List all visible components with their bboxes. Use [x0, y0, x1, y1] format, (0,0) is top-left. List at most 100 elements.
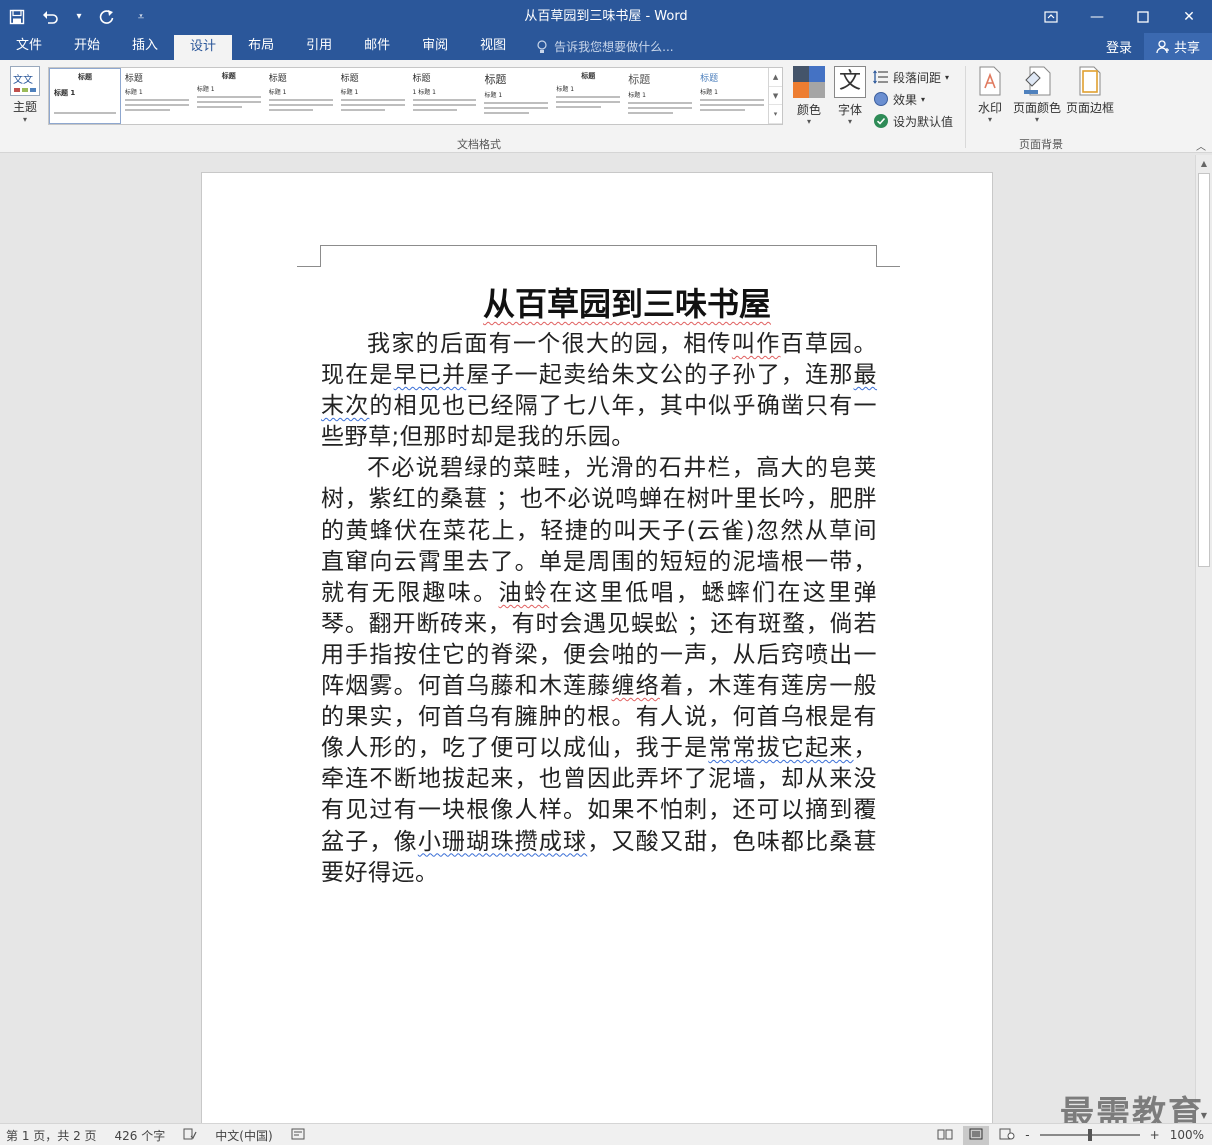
document-page[interactable]: 从百草园到三味书屋 我家的后面有一个很大的园，相传叫作百草园。现在是早已并屋子一… [201, 172, 993, 1123]
tab-design[interactable]: 设计 [174, 35, 233, 60]
chevron-down-icon: ▾ [847, 117, 852, 126]
paragraph: 不必说碧绿的菜畦，光滑的石井栏，高大的皂荚树，紫红的桑葚 ；也不必说鸣蝉在树叶里… [321, 455, 878, 886]
vertical-scrollbar[interactable]: ▲ ▼ [1195, 155, 1212, 1123]
style-set-item[interactable]: 标题 标题 1 [480, 68, 552, 124]
chevron-down-icon: ▾ [22, 115, 27, 124]
undo-button[interactable] [34, 0, 68, 33]
style-set-item[interactable]: 标题 标题 1 [49, 68, 121, 124]
paragraph-spacing-button[interactable]: 段落间距 ▾ [873, 66, 953, 88]
colors-icon [793, 66, 825, 98]
paragraph: 我家的后面有一个很大的园，相传叫作百草园。现在是早已并屋子一起卖给朱文公的子孙了… [321, 331, 878, 451]
collapse-ribbon-button[interactable]: ︿ [1196, 138, 1206, 153]
watermark-button[interactable]: 水印 ▾ [972, 66, 1008, 124]
colors-label: 颜色 [796, 103, 821, 117]
document-title[interactable]: 从百草园到三味书屋 [320, 279, 934, 325]
proofing-icon[interactable] [183, 1128, 197, 1143]
close-icon: ✕ [1183, 8, 1195, 25]
group-label-page-background: 页面背景 [1019, 138, 1063, 151]
word-count[interactable]: 426 个字 [115, 1127, 166, 1144]
tell-me-search[interactable]: 告诉我您想要做什么... [522, 33, 674, 60]
customize-icon: ⩡ [137, 9, 145, 23]
set-default-label: 设为默认值 [893, 114, 954, 129]
user-icon [1156, 39, 1169, 53]
effects-button[interactable]: 效果 ▾ [873, 88, 953, 110]
language-indicator[interactable]: 中文(中国) [215, 1127, 272, 1144]
ribbon-tabs-bar: 文件 开始 插入 设计 布局 引用 邮件 审阅 视图 告诉我您想要做什么... … [0, 33, 1212, 60]
print-layout-button[interactable] [963, 1125, 990, 1145]
page-color-label: 页面颜色 [1012, 101, 1061, 115]
style-set-item[interactable]: 标题 标题 1 [624, 68, 696, 124]
effects-label: 效果 [893, 92, 918, 107]
web-layout-button[interactable] [999, 1128, 1015, 1143]
share-button[interactable]: 共享 [1143, 33, 1212, 60]
tab-layout[interactable]: 布局 [232, 33, 290, 60]
title-bar: ▾ ⩡ 从百草园到三味书屋 - Word — ✕ [0, 0, 1212, 33]
style-set-gallery: 标题 标题 1 标题 标题 1 标题 标题 1 标题 标题 1 标题 标题 1 … [48, 67, 783, 125]
tab-file[interactable]: 文件 [0, 33, 58, 60]
fonts-icon: 文 [834, 66, 866, 98]
zoom-slider[interactable] [1039, 1129, 1140, 1141]
gallery-scroll-down[interactable]: ▼ [769, 87, 783, 106]
tab-review[interactable]: 审阅 [406, 33, 464, 60]
login-button[interactable]: 登录 [1094, 37, 1144, 56]
margin-corner-mark [297, 245, 321, 267]
style-set-item[interactable]: 标题 标题 1 [552, 68, 624, 124]
style-set-item[interactable]: 标题 标题 1 [696, 68, 768, 124]
tab-home[interactable]: 开始 [58, 33, 116, 60]
save-button[interactable] [0, 0, 34, 33]
tab-mailings[interactable]: 邮件 [348, 33, 406, 60]
zoom-level[interactable]: 100% [1170, 1128, 1204, 1142]
ribbon-design: 文文 主题 ▾ 标题 标题 1 标题 标题 1 标题 标题 1 标题 标题 1 [0, 60, 1212, 153]
style-set-item[interactable]: 标题 1 标题 1 [409, 68, 481, 124]
redo-icon [99, 9, 114, 24]
page-color-button[interactable]: 页面颜色 ▾ [1012, 66, 1062, 124]
web-layout-icon [999, 1128, 1015, 1139]
page-borders-button[interactable]: 页面边框 [1065, 66, 1115, 116]
style-set-item[interactable]: 标题 标题 1 [337, 68, 409, 124]
redo-button[interactable] [90, 0, 124, 33]
tab-view[interactable]: 视图 [464, 33, 522, 60]
effects-icon [874, 92, 888, 106]
share-label: 共享 [1173, 41, 1200, 56]
lightbulb-icon [536, 39, 548, 54]
status-left: 第 1 页，共 2 页 426 个字 中文(中国) [6, 1124, 305, 1145]
page-color-icon [1022, 66, 1052, 96]
gallery-scroll-up[interactable]: ▲ [769, 68, 783, 87]
scroll-up-button[interactable]: ▲ [1196, 155, 1212, 171]
arrow-up-icon: ▲ [1200, 158, 1208, 168]
fonts-label: 字体 [837, 103, 862, 117]
chevron-down-icon: ▾ [945, 72, 950, 82]
scrollbar-thumb[interactable] [1198, 173, 1210, 567]
minimize-button[interactable]: — [1074, 0, 1120, 33]
gallery-more-button[interactable]: ▾ [769, 105, 783, 125]
document-title-text: 从百草园到三味书屋 [482, 285, 771, 323]
tab-references[interactable]: 引用 [290, 33, 348, 60]
page-border-label: 页面边框 [1065, 101, 1114, 115]
style-set-item[interactable]: 标题 标题 1 [265, 68, 337, 124]
style-set-item[interactable]: 标题 标题 1 [121, 68, 193, 124]
close-button[interactable]: ✕ [1166, 0, 1212, 33]
set-default-button[interactable]: 设为默认值 [873, 110, 953, 132]
style-set-item[interactable]: 标题 标题 1 [193, 68, 265, 124]
maximize-button[interactable] [1120, 0, 1166, 33]
zoom-out-button[interactable]: - [1025, 1128, 1029, 1142]
zoom-in-button[interactable]: + [1150, 1128, 1160, 1142]
read-mode-icon [937, 1129, 953, 1139]
macro-icon[interactable] [291, 1128, 305, 1143]
document-body[interactable]: 我家的后面有一个很大的园，相传叫作百草园。现在是早已并屋子一起卖给朱文公的子孙了… [321, 329, 877, 889]
paragraph-spacing-label: 段落间距 [893, 70, 942, 85]
colors-button[interactable]: 颜色 ▾ [790, 66, 828, 126]
undo-dropdown[interactable]: ▾ [68, 0, 90, 33]
read-mode-button[interactable] [937, 1128, 953, 1143]
fonts-button[interactable]: 文 字体 ▾ [832, 66, 868, 126]
chevron-down-icon: ▾ [987, 115, 992, 124]
tab-insert[interactable]: 插入 [116, 33, 174, 60]
customize-qat-button[interactable]: ⩡ [124, 0, 158, 33]
ribbon-display-options-button[interactable] [1028, 0, 1074, 33]
zoom-slider-knob[interactable] [1087, 1129, 1092, 1141]
themes-button[interactable]: 文文 主题 ▾ [6, 66, 44, 132]
gallery-scroll: ▲ ▼ ▾ [768, 68, 783, 125]
page-count[interactable]: 第 1 页，共 2 页 [6, 1127, 97, 1144]
group-label-document-formatting: 文档格式 [457, 138, 501, 151]
format-options: 段落间距 ▾ 效果 ▾ 设为默认值 [873, 66, 953, 132]
